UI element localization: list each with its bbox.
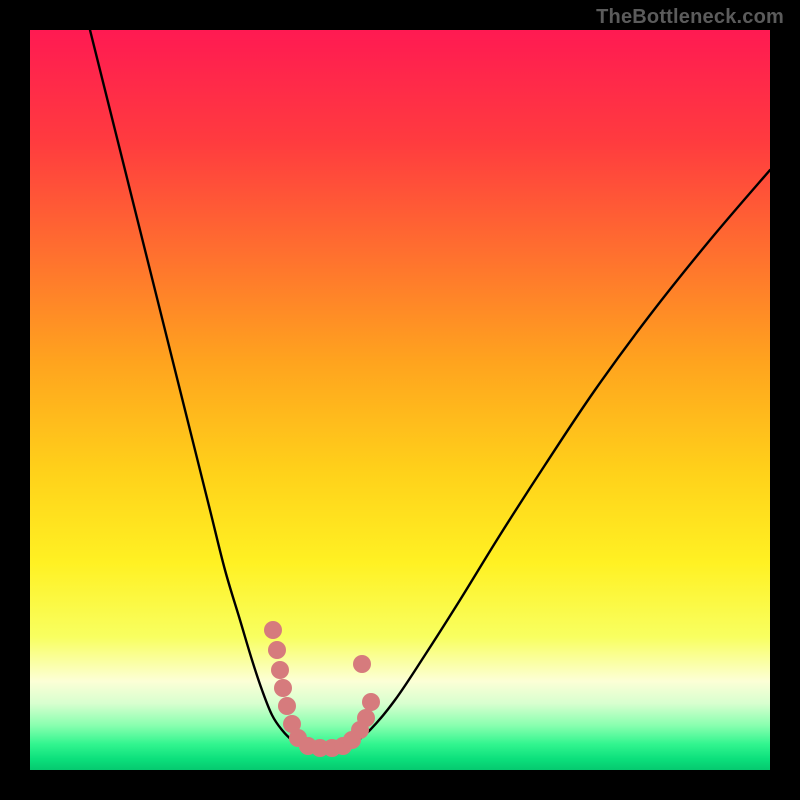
valley-dot [274,679,292,697]
bottleneck-curve [90,30,770,749]
chart-svg [30,30,770,770]
valley-dot [271,661,289,679]
valley-dot [362,693,380,711]
plot-area [30,30,770,770]
valley-dot [353,655,371,673]
valley-dot [357,709,375,727]
valley-dot [268,641,286,659]
valley-dots-group [264,621,380,757]
frame: TheBottleneck.com [0,0,800,800]
valley-dot [264,621,282,639]
valley-dot [278,697,296,715]
watermark-text: TheBottleneck.com [596,6,784,29]
